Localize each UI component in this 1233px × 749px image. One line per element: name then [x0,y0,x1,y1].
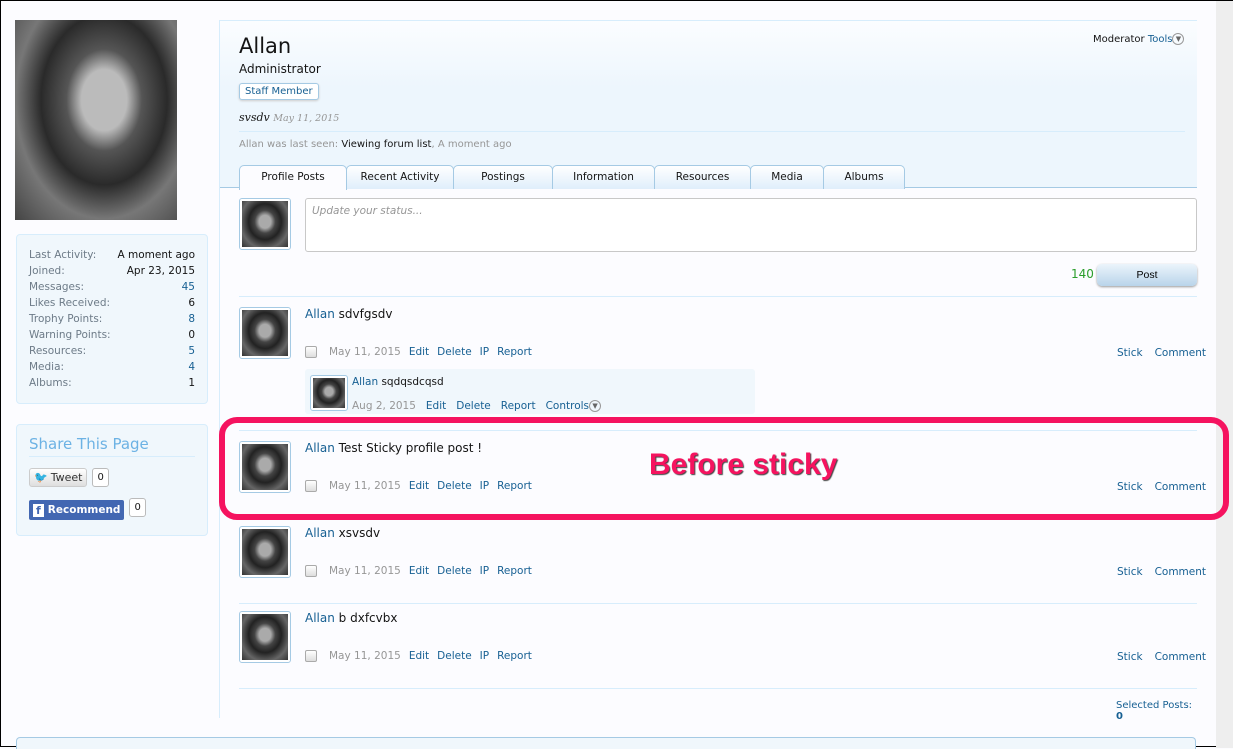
user-title: Administrator [239,62,321,76]
profile-main: Allan Administrator Staff Member svsdv M… [219,20,1206,722]
twitter-bird-icon: 🐦 [34,471,48,484]
profile-tabs: Profile Posts Recent Activity Postings Info… [239,165,905,190]
delete-link[interactable]: Delete [437,565,472,577]
chevron-down-icon: ▼ [1172,33,1185,45]
tab-albums[interactable]: Albums [823,165,905,189]
post-author[interactable]: Allan [305,611,335,625]
report-link[interactable]: Report [497,565,532,577]
profile-post: Allan sdvfgsdv [305,307,392,321]
chevron-down-icon: ▼ [589,400,602,412]
comment-link[interactable]: Comment [1155,347,1206,359]
character-count: 140 [1071,267,1094,281]
ip-link[interactable]: IP [480,565,489,577]
post-author[interactable]: Allan [305,307,335,321]
delete-link[interactable]: Delete [437,346,472,358]
comment-link[interactable]: Comment [1155,566,1206,578]
post-date: May 11, 2015 [329,565,401,577]
comment-controls[interactable]: Controls ▼ [546,400,602,412]
post-date: May 11, 2015 [329,346,401,358]
comment-edit[interactable]: Edit [426,400,446,412]
post-date: May 11, 2015 [329,650,401,662]
share-title: Share This Page [29,435,195,457]
comment-report[interactable]: Report [501,400,536,412]
user-status: svsdv May 11, 2015 [239,111,340,124]
stat-row: Albums: 1 [29,377,195,389]
stat-row: Warning Points: 0 [29,329,195,341]
stat-row: Likes Received: 6 [29,297,195,309]
profile-header: Allan Administrator Staff Member svsdv M… [220,20,1197,190]
comment: Allan sqdqsdcqsd Aug 2, 2015 Edit Delete… [305,369,755,414]
recommend-count: 0 [129,498,146,517]
tweet-button[interactable]: 🐦 Tweet [29,468,88,487]
edit-link[interactable]: Edit [409,346,429,358]
delete-link[interactable]: Delete [437,650,472,662]
tab-resources[interactable]: Resources [654,165,751,189]
comment-date: Aug 2, 2015 [352,400,416,412]
last-seen-activity-link[interactable]: Viewing forum list [341,139,431,150]
report-link[interactable]: Report [497,650,532,662]
last-seen: Allan was last seen: Viewing forum list,… [239,139,512,150]
post-text: sdvfgsdv [338,307,393,321]
tweet-count: 0 [92,468,109,487]
stick-link[interactable]: Stick [1117,566,1143,578]
post-author[interactable]: Allan [305,526,335,540]
comment-avatar[interactable] [310,375,348,411]
selected-posts: Selected Posts: 0 [1116,700,1193,722]
divider [239,603,1197,604]
post-avatar[interactable] [239,526,291,578]
profile-post: Allan b dxfcvbx [305,611,397,625]
divider [239,296,1197,297]
status-input[interactable]: Update your status... [305,198,1197,252]
post-text: xsvsdv [338,526,381,540]
ip-link[interactable]: IP [480,346,489,358]
stat-row: Last Activity: A moment ago [29,249,195,261]
divider [239,688,1197,689]
edit-link[interactable]: Edit [409,650,429,662]
ip-link[interactable]: IP [480,650,489,662]
tab-recent-activity[interactable]: Recent Activity [346,165,454,189]
moderator-tools-menu[interactable]: Moderator Tools ▼ [1093,33,1185,45]
post-avatar[interactable] [239,307,291,359]
stat-row: Joined: Apr 23, 2015 [29,265,195,277]
scrollbar[interactable] [1216,1,1233,748]
post-button[interactable]: Post [1097,264,1197,286]
tab-media[interactable]: Media [750,165,824,189]
select-checkbox[interactable] [305,650,317,662]
staff-badge: Staff Member [239,83,319,100]
profile-post: Allan xsvsdv [305,526,380,540]
composer-avatar [239,198,291,250]
tab-postings[interactable]: Postings [453,165,553,189]
comment-delete[interactable]: Delete [456,400,491,412]
profile-avatar[interactable] [15,20,177,220]
stick-link[interactable]: Stick [1117,347,1143,359]
comment-link[interactable]: Comment [1155,651,1206,663]
divider [239,131,1185,132]
tab-profile-posts[interactable]: Profile Posts [239,165,347,190]
stick-link[interactable]: Stick [1117,651,1143,663]
stat-row: Trophy Points: 8 [29,313,195,325]
facebook-icon: f [33,503,44,517]
post-avatar[interactable] [239,611,291,663]
comment-text: sqdqsdcqsd [381,376,444,388]
recommend-button[interactable]: f Recommend [29,500,125,520]
post-text: b dxfcvbx [338,611,398,625]
breadcrumb-bar [16,737,1196,749]
report-link[interactable]: Report [497,346,532,358]
edit-link[interactable]: Edit [409,565,429,577]
tab-information[interactable]: Information [552,165,655,189]
stat-row: Messages: 45 [29,281,195,293]
select-checkbox[interactable] [305,346,317,358]
share-box: Share This Page 🐦 Tweet 0 f Recommend 0 [16,424,208,536]
annotation-label: Before sticky [649,448,838,481]
profile-name: Allan [239,34,292,58]
profile-stats: Last Activity: A moment ago Joined: Apr 23,… [16,234,208,404]
stat-row: Media: 4 [29,361,195,373]
comment-author[interactable]: Allan [352,376,378,388]
select-checkbox[interactable] [305,565,317,577]
stat-row: Resources: 5 [29,345,195,357]
